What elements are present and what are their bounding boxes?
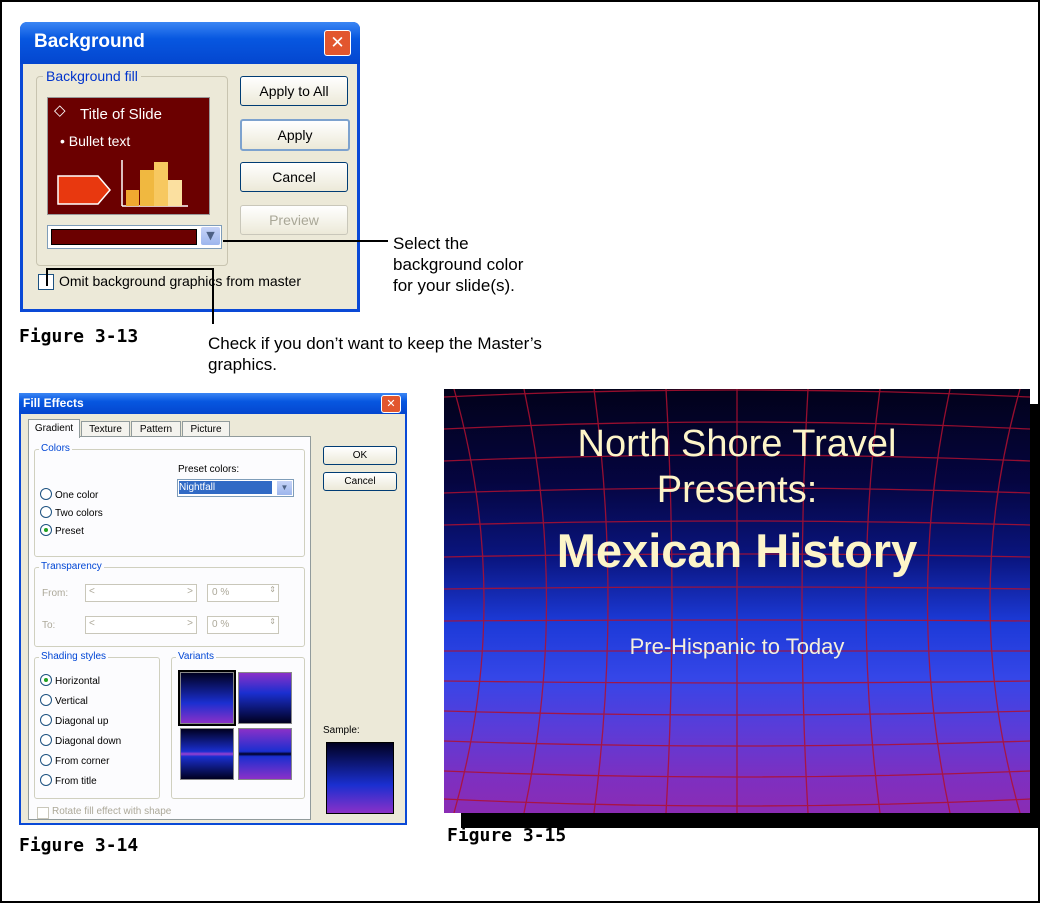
background-fill-group: Background fill ◇ Title of Slide • Bulle… bbox=[36, 68, 228, 266]
radio-diagonal-down[interactable]: Diagonal down bbox=[40, 734, 121, 747]
omit-graphics-label: Omit background graphics from master bbox=[59, 273, 301, 289]
figure-3-15-label: Figure 3-15 bbox=[447, 825, 567, 846]
tab-picture[interactable]: Picture bbox=[182, 421, 230, 437]
variants-label: Variants bbox=[176, 651, 216, 662]
to-slider[interactable]: < > bbox=[85, 616, 197, 634]
shading-styles-group: Shading styles Horizontal Vertical Diago… bbox=[34, 651, 160, 799]
title-bar: Background ✕ bbox=[20, 22, 360, 64]
radio-two-colors[interactable]: Two colors bbox=[40, 506, 103, 519]
cancel-button[interactable]: Cancel bbox=[323, 472, 397, 491]
dialog-body: Gradient Texture Pattern Picture Colors … bbox=[21, 414, 405, 823]
shading-styles-label: Shading styles bbox=[39, 651, 109, 662]
close-icon[interactable]: ✕ bbox=[324, 30, 351, 56]
close-icon[interactable]: ✕ bbox=[381, 395, 401, 413]
callout-select-color: Select the background color for your sli… bbox=[393, 234, 524, 295]
from-slider[interactable]: < > bbox=[85, 584, 197, 602]
ok-button[interactable]: OK bbox=[323, 446, 397, 465]
radio-preset[interactable]: Preset bbox=[40, 524, 84, 537]
preset-colors-value: Nightfall bbox=[179, 481, 272, 494]
radio-diagonal-up[interactable]: Diagonal up bbox=[40, 714, 108, 727]
dialog-body: Background fill ◇ Title of Slide • Bulle… bbox=[23, 64, 357, 309]
dialog-title: Background bbox=[34, 31, 145, 52]
variants-group: Variants bbox=[171, 651, 305, 799]
chevron-down-icon[interactable]: ▼ bbox=[277, 481, 292, 495]
apply-to-all-button[interactable]: Apply to All bbox=[240, 76, 348, 106]
radio-from-title[interactable]: From title bbox=[40, 774, 97, 787]
callout-line-omit-h bbox=[46, 268, 213, 270]
to-value-field[interactable]: 0 % ⇕ bbox=[207, 616, 279, 634]
to-label: To: bbox=[42, 620, 56, 631]
colors-label: Colors bbox=[39, 443, 72, 454]
radio-one-color[interactable]: One color bbox=[40, 488, 98, 501]
slide-line-1: North Shore Travel bbox=[577, 423, 897, 465]
chevron-down-icon[interactable]: ▼ bbox=[201, 227, 220, 245]
sample-preview bbox=[326, 742, 394, 814]
background-color-dropdown[interactable]: ▼ bbox=[47, 225, 222, 249]
transparency-label: Transparency bbox=[39, 561, 104, 572]
gradient-panel: Colors One color Two colors Preset Prese… bbox=[28, 436, 311, 820]
preview-button[interactable]: Preview bbox=[240, 205, 348, 235]
slide-preview: ◇ Title of Slide • Bullet text bbox=[47, 97, 210, 215]
preset-colors-select[interactable]: Nightfall ▼ bbox=[177, 479, 294, 497]
slide-title: Mexican History bbox=[556, 524, 918, 577]
figure-3-13-label: Figure 3-13 bbox=[19, 326, 139, 347]
slide: North Shore Travel Presents: Mexican His… bbox=[444, 389, 1030, 813]
slide-subtitle: Pre-Hispanic to Today bbox=[629, 634, 845, 659]
from-label: From: bbox=[42, 588, 69, 599]
from-value-field[interactable]: 0 % ⇕ bbox=[207, 584, 279, 602]
figure-3-14-label: Figure 3-14 bbox=[19, 835, 139, 856]
group-label: Background fill bbox=[43, 68, 141, 84]
colors-group: Colors One color Two colors Preset Prese… bbox=[34, 443, 305, 557]
apply-button[interactable]: Apply bbox=[240, 119, 350, 151]
fill-effects-dialog: Fill Effects ✕ Gradient Texture Pattern … bbox=[19, 393, 407, 825]
dialog-title: Fill Effects bbox=[23, 396, 84, 410]
variant-4[interactable] bbox=[238, 728, 292, 780]
callout-line-omit-v2 bbox=[212, 268, 214, 324]
variant-3[interactable] bbox=[180, 728, 234, 780]
callout-check-master: Check if you don’t want to keep the Mast… bbox=[208, 334, 542, 374]
slide-line-2: Presents: bbox=[656, 469, 818, 511]
title-bar: Fill Effects ✕ bbox=[19, 393, 407, 414]
variant-2[interactable] bbox=[238, 672, 292, 724]
callout-line-omit-v1 bbox=[46, 268, 48, 286]
preview-graphics bbox=[57, 160, 188, 207]
radio-horizontal[interactable]: Horizontal bbox=[40, 674, 100, 687]
preset-colors-label: Preset colors: bbox=[178, 464, 240, 475]
sample-label: Sample: bbox=[323, 725, 360, 736]
rotate-label: Rotate fill effect with shape bbox=[52, 806, 172, 817]
color-swatch bbox=[51, 229, 197, 245]
tab-gradient[interactable]: Gradient bbox=[28, 419, 80, 438]
rotate-checkbox[interactable] bbox=[37, 807, 49, 819]
callout-line-color bbox=[223, 240, 388, 242]
tab-texture[interactable]: Texture bbox=[81, 421, 130, 437]
radio-vertical[interactable]: Vertical bbox=[40, 694, 88, 707]
radio-from-corner[interactable]: From corner bbox=[40, 754, 109, 767]
cancel-button[interactable]: Cancel bbox=[240, 162, 348, 192]
transparency-group: Transparency From: < > 0 % ⇕ To: < > 0 % ⇕ bbox=[34, 561, 305, 647]
variant-1[interactable] bbox=[178, 670, 236, 726]
tab-pattern[interactable]: Pattern bbox=[131, 421, 181, 437]
